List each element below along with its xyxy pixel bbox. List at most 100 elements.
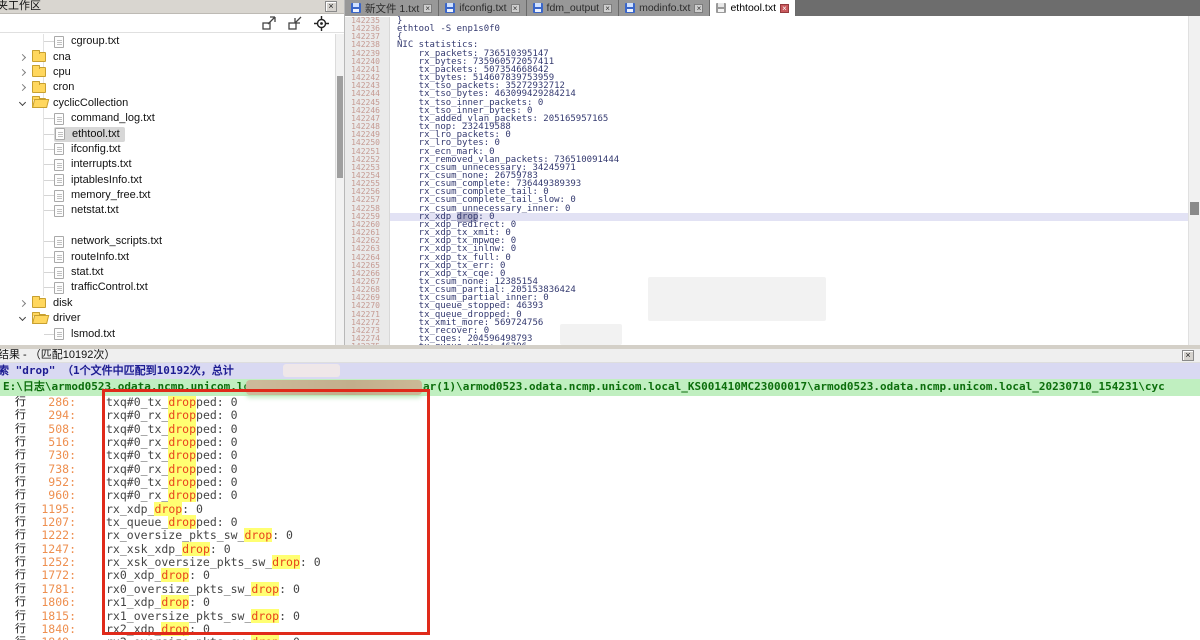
match-highlight: drop <box>251 582 279 596</box>
result-row[interactable]: 行516:rxq#0_rx_dropped: 0 <box>0 436 1200 449</box>
tree-item-file-lsmod-txt[interactable]: lsmod.txt <box>0 326 335 341</box>
tree-item-folder-cycliccollection[interactable]: cyclicCollection <box>0 96 335 111</box>
tree-tick <box>44 41 54 42</box>
result-row[interactable]: 行1207:tx_queue_dropped: 0 <box>0 516 1200 529</box>
result-row[interactable]: 行730:txq#0_tx_dropped: 0 <box>0 449 1200 462</box>
expand-all-icon[interactable] <box>262 16 278 30</box>
tree-selection-highlight: ethtool.txt <box>54 127 125 142</box>
result-line-text: rx0_oversize_pkts_sw_drop: 0 <box>106 583 300 596</box>
chevron-down-icon[interactable] <box>19 99 26 106</box>
collapse-all-icon[interactable] <box>288 16 304 30</box>
search-summary-line[interactable]: 搜索 "drop" （1个文件中匹配到10192次，总计 次） <box>0 363 1200 379</box>
tree-item-folder-disk[interactable]: disk <box>0 296 335 311</box>
result-line-text: rx_xsk_xdp_drop: 0 <box>106 543 231 556</box>
result-row-prefix: 行 <box>15 436 29 449</box>
tab-modinfo-txt[interactable]: modinfo.txt× <box>619 0 710 16</box>
result-line-text: rxq#0_rx_dropped: 0 <box>106 489 238 502</box>
tab-close-icon[interactable]: × <box>511 4 520 13</box>
result-row[interactable]: 行738:rxq#0_rx_dropped: 0 <box>0 463 1200 476</box>
tree-tick <box>44 287 54 288</box>
results-close-button[interactable]: × <box>1182 350 1194 361</box>
result-row[interactable]: 行1815:rx1_oversize_pkts_sw_drop: 0 <box>0 610 1200 623</box>
tree-item-file-trafficcontrol-txt[interactable]: trafficControl.txt <box>0 280 335 295</box>
tab-close-icon[interactable]: × <box>603 4 612 13</box>
file-icon <box>54 251 64 263</box>
tree-scrollbar-thumb[interactable] <box>337 76 343 178</box>
tree-item-file-iptablesinfo-txt[interactable]: iptablesInfo.txt <box>0 173 335 188</box>
match-highlight: drop <box>251 609 279 623</box>
tab--1-txt[interactable]: 新文件 1.txt× <box>345 0 439 16</box>
chevron-right-icon[interactable] <box>19 84 26 91</box>
result-row[interactable]: 行508:txq#0_tx_dropped: 0 <box>0 423 1200 436</box>
tree-item-label: lsmod.txt <box>68 328 118 341</box>
tab-close-icon[interactable]: × <box>780 4 789 13</box>
editor-scrollbar-thumb[interactable] <box>1190 202 1199 215</box>
tree-item-folder-cna[interactable]: cna <box>0 49 335 64</box>
result-row[interactable]: 行1806:rx1_xdp_drop: 0 <box>0 596 1200 609</box>
result-row[interactable]: 行1195:rx_xdp_drop: 0 <box>0 503 1200 516</box>
tree-item-folder-cpu[interactable]: cpu <box>0 65 335 80</box>
result-row-prefix: 行 <box>15 610 29 623</box>
result-row-prefix: 行 <box>15 543 29 556</box>
result-row[interactable]: 行1849:rx2_oversize_pkts_sw_drop: 0 <box>0 636 1200 640</box>
result-row[interactable]: 行952:txq#0_tx_dropped: 0 <box>0 476 1200 489</box>
result-row-prefix: 行 <box>15 569 29 582</box>
save-icon <box>625 3 635 13</box>
line-number-gutter: 1422351422361422371422381422391422401422… <box>345 17 390 345</box>
tree-item-folder-cron[interactable]: cron <box>0 80 335 95</box>
editor-scrollbar[interactable] <box>1188 16 1200 345</box>
workspace-close-button[interactable]: × <box>325 1 337 12</box>
result-line-number: 1247: <box>29 543 76 556</box>
result-row[interactable]: 行1252:rx_xsk_oversize_pkts_sw_drop: 0 <box>0 556 1200 569</box>
result-row[interactable]: 行294:rxq#0_rx_dropped: 0 <box>0 409 1200 422</box>
folder-icon <box>32 314 46 324</box>
chevron-right-icon[interactable] <box>19 54 26 61</box>
tree-item-label: ethtool.txt <box>69 128 123 141</box>
tree-item-file-cgroup-txt[interactable]: cgroup.txt <box>0 34 335 49</box>
editor[interactable]: 1422351422361422371422381422391422401422… <box>345 16 1200 345</box>
tree-item-file-memory-free-txt[interactable]: memory_free.txt <box>0 188 335 203</box>
tree-item-file-network-scripts-txt[interactable]: network_scripts.txt <box>0 234 335 249</box>
result-line-number: 1781: <box>29 583 76 596</box>
tab-close-icon[interactable]: × <box>694 4 703 13</box>
result-file-path-line[interactable]: E:\日志\armod0523.odata.ncmp.unicom.loca a… <box>0 379 1200 396</box>
tree-item-file-interrupts-txt[interactable]: interrupts.txt <box>0 157 335 172</box>
tree-item-file-routeinfo-txt[interactable]: routeInfo.txt <box>0 249 335 264</box>
result-row[interactable]: 行1247: rx_xsk_xdp_drop: 0 <box>0 543 1200 556</box>
chevron-down-icon[interactable] <box>19 314 26 321</box>
result-row[interactable]: 行286:txq#0_tx_dropped: 0 <box>0 396 1200 409</box>
tree-item-folder-driver[interactable]: driver <box>0 311 335 326</box>
tab-ethtool-txt[interactable]: ethtool.txt× <box>710 0 796 16</box>
file-icon <box>54 190 64 202</box>
tree-tick <box>44 149 54 150</box>
chevron-right-icon[interactable] <box>19 300 26 307</box>
result-row[interactable]: 行960:rxq#0_rx_dropped: 0 <box>0 489 1200 502</box>
tree-item-label: command_log.txt <box>68 112 158 125</box>
tree-item-file-command-log-txt[interactable]: command_log.txt <box>0 111 335 126</box>
result-row[interactable]: 行1222:rx_oversize_pkts_sw_drop: 0 <box>0 529 1200 542</box>
tree-item-label: trafficControl.txt <box>68 281 151 294</box>
tree-item-file-stat-txt[interactable]: stat.txt <box>0 265 335 280</box>
tree-item-file-ifconfig-txt[interactable]: ifconfig.txt <box>0 142 335 157</box>
match-highlight: drop <box>161 568 189 582</box>
redaction-blob <box>560 324 622 345</box>
locate-file-icon[interactable] <box>314 16 330 30</box>
result-file-path-end: ar(1)\armod0523.odata.ncmp.unicom.local_… <box>423 379 1165 395</box>
result-row[interactable]: 行1781:rx0_oversize_pkts_sw_drop: 0 <box>0 583 1200 596</box>
tab-close-icon[interactable]: × <box>423 4 432 13</box>
tree-tick <box>44 134 54 135</box>
tree-scrollbar[interactable] <box>335 34 344 345</box>
result-line-number: 738: <box>29 463 76 476</box>
result-line-number: 1849: <box>29 636 76 640</box>
folder-icon <box>32 83 46 93</box>
tree-item-file-ethtool-txt[interactable]: ethtool.txt <box>0 126 335 141</box>
chevron-right-icon[interactable] <box>19 69 26 76</box>
result-row[interactable]: 行1840:rx2_xdp_drop: 0 <box>0 623 1200 636</box>
result-row[interactable]: 行1772:rx0_xdp_drop: 0 <box>0 569 1200 582</box>
tab-fdm-output[interactable]: fdm_output× <box>527 0 620 16</box>
file-icon <box>54 159 64 171</box>
redaction-blob <box>648 277 826 321</box>
tree-item-file-netstat-txt[interactable]: netstat.txt <box>0 203 335 218</box>
match-highlight: drop <box>161 622 189 636</box>
tab-ifconfig-txt[interactable]: ifconfig.txt× <box>439 0 526 16</box>
